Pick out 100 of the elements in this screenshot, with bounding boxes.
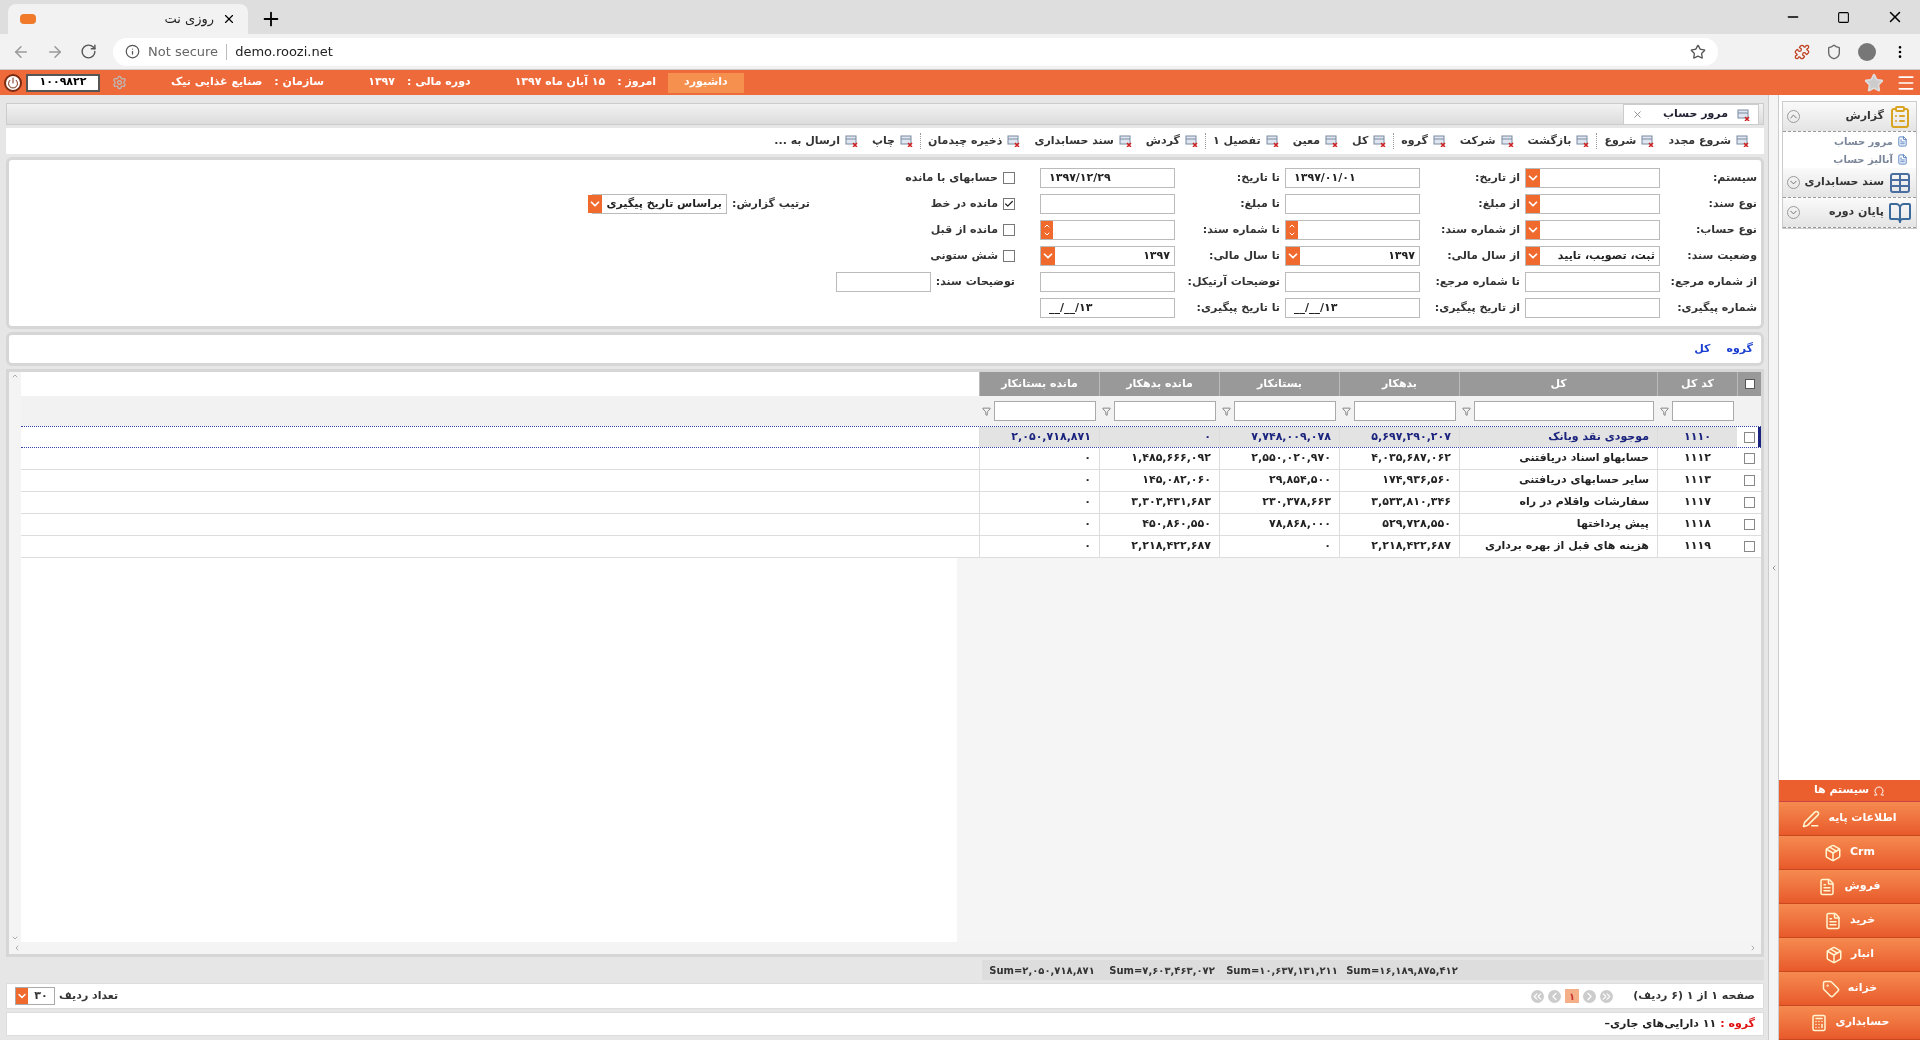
restore-icon[interactable] [1837, 10, 1850, 24]
page-size-select[interactable]: ۳۰ [15, 987, 55, 1005]
input-field[interactable]: ۱۳۹۷/۰۱/۰۱ [1285, 168, 1420, 188]
filter-input[interactable] [1234, 401, 1336, 421]
info-icon [125, 44, 140, 59]
row-checkbox[interactable] [1743, 497, 1755, 508]
scroll-down-icon[interactable] [11, 934, 19, 942]
table-row[interactable]: ۱۱۱۲ حسابهاو اسناد دریافتنی ۴,۰۳۵,۶۸۷,۰۶۲ ۲,۵۵۰,۰۲۰,۹۷۰ ۱,۴۸۵,۶۶۶,۰۹۲ ۰ [21, 448, 1761, 470]
settings-icon[interactable] [112, 75, 127, 90]
filter-input[interactable] [994, 401, 1096, 421]
next-page-icon[interactable] [1548, 989, 1562, 1003]
toolbar-button[interactable]: شروع مجدد [1661, 130, 1756, 152]
input-field[interactable] [1525, 298, 1660, 318]
filter-input[interactable] [1672, 401, 1734, 421]
row-checkbox[interactable] [1743, 431, 1755, 443]
field-label: از شماره سند: [1440, 221, 1520, 238]
horizontal-scrollbar[interactable] [9, 942, 1761, 954]
toolbar-button[interactable]: کل [1345, 130, 1394, 152]
select-field[interactable] [1525, 194, 1660, 214]
field-label: تا سال مالی: [1208, 247, 1280, 264]
close-tab-icon[interactable] [1632, 109, 1644, 120]
toolbar-button[interactable]: بازگشت [1520, 130, 1597, 152]
toolbar-button[interactable]: شروع [1597, 130, 1662, 152]
row-checkbox[interactable] [1743, 453, 1755, 464]
bookmark-star-icon[interactable] [1690, 43, 1706, 60]
extension-icon[interactable] [1826, 43, 1842, 60]
toolbar-button[interactable]: گردش [1138, 130, 1205, 152]
sidebar-item[interactable]: آنالیز حساب [1783, 150, 1916, 168]
row-checkbox[interactable] [1743, 541, 1755, 552]
select-all-checkbox[interactable] [1744, 379, 1755, 389]
checkbox[interactable] [1003, 224, 1015, 236]
vertical-scrollbar[interactable] [9, 372, 21, 942]
checkbox[interactable] [1003, 250, 1015, 262]
filter-icon[interactable] [1342, 406, 1351, 416]
select-field[interactable] [1525, 220, 1660, 240]
table-row[interactable]: ۱۱۱۳ سایر حسابهای دریافتنی ۱۷۴,۹۳۶,۵۶۰ ۲۹,۸۵۴,۵۰۰ ۱۴۵,۰۸۲,۰۶۰ ۰ [21, 470, 1761, 492]
browser-tab[interactable]: روزی نت [8, 4, 248, 34]
row-checkbox[interactable] [1743, 475, 1755, 486]
previous-page-icon[interactable] [1583, 989, 1597, 1003]
select-field[interactable]: ثبت، تصویب، تایید [1525, 246, 1660, 266]
toolbar-button[interactable]: معین [1285, 130, 1346, 152]
scroll-up-icon[interactable] [11, 372, 19, 380]
close-icon[interactable] [222, 12, 236, 26]
spinner-field[interactable] [1040, 220, 1175, 240]
toolbar-button[interactable]: گروه [1394, 130, 1453, 152]
accordion-header[interactable]: سند حسابداری [1783, 168, 1916, 198]
filter-icon[interactable] [982, 406, 991, 416]
table-row[interactable]: ۱۱۱۷ سفارشات واقلام در راه ۳,۵۳۳,۸۱۰,۳۴۶ ۲۳۰,۳۷۸,۶۶۳ ۳,۳۰۳,۴۳۱,۶۸۳ ۰ [21, 492, 1761, 514]
breadcrumb-link[interactable]: کل [1694, 340, 1711, 358]
select-field[interactable]: ۱۳۹۷ [1040, 246, 1175, 266]
filter-input[interactable] [1474, 401, 1654, 421]
scroll-left-icon[interactable] [13, 944, 21, 952]
select-field[interactable]: ۱۳۹۷ [1285, 246, 1420, 266]
input-field[interactable] [1285, 272, 1420, 292]
page-size-label: تعداد ردیف [59, 987, 119, 1004]
first-page-icon[interactable] [1600, 989, 1614, 1003]
toolbar-button[interactable]: سند حسابداری [1027, 130, 1139, 152]
input-field[interactable] [1040, 272, 1175, 292]
input-field[interactable] [1285, 194, 1420, 214]
breadcrumb-link[interactable]: گروه [1726, 340, 1753, 358]
input-field[interactable] [1525, 272, 1660, 292]
input-field[interactable] [1040, 194, 1175, 214]
toolbar-button[interactable]: چاپ [864, 130, 921, 152]
input-field[interactable]: ۱۳۹۷/۱۲/۲۹ [1040, 168, 1175, 188]
filter-input[interactable] [1354, 401, 1456, 421]
filter-icon[interactable] [1462, 406, 1471, 416]
accordion-header[interactable]: گزارش [1783, 102, 1916, 132]
accordion-header[interactable]: پایان دوره [1783, 198, 1916, 228]
input-field[interactable]: __/__/۱۳ [1040, 298, 1175, 318]
profile-icon[interactable] [1858, 42, 1876, 61]
checkbox[interactable] [1003, 198, 1015, 210]
table-row[interactable]: ۱۱۱۸ پیش پرداختها ۵۲۹,۷۲۸,۵۵۰ ۷۸,۸۶۸,۰۰۰ ۴۵۰,۸۶۰,۵۵۰ ۰ [21, 514, 1761, 536]
reload-icon[interactable] [80, 43, 97, 60]
power-icon[interactable] [4, 73, 22, 92]
box-icon [1825, 945, 1844, 964]
select-field[interactable] [1525, 168, 1660, 188]
filter-icon[interactable] [1660, 406, 1669, 416]
toolbar-button[interactable]: ارسال به ... [767, 130, 865, 152]
page-tab[interactable]: مرور حساب [1623, 104, 1759, 124]
toolbar-button[interactable]: تفصیل ۱ [1205, 130, 1286, 152]
filter-input[interactable] [1114, 401, 1216, 421]
last-page-icon[interactable] [1531, 989, 1545, 1003]
toolbar-button[interactable]: ذخیره چیدمان [921, 130, 1028, 152]
filter-icon[interactable] [1222, 406, 1231, 416]
extension-icon[interactable] [1794, 43, 1810, 60]
status-value: ۱۱ دارایی‌های جاری– [1604, 1015, 1717, 1032]
field-label: تا شماره سند: [1201, 221, 1280, 238]
toolbar-button[interactable]: شرکت [1452, 130, 1521, 152]
input-field[interactable] [835, 272, 931, 292]
scroll-right-icon[interactable] [1749, 944, 1757, 952]
star-icon[interactable] [1864, 72, 1884, 93]
sidebar-item[interactable]: مرور حساب [1783, 132, 1916, 150]
checkbox[interactable] [1003, 172, 1015, 184]
page-info: صفحه ۱ از ۱ (۶ ردیف) [1633, 987, 1755, 1004]
table-row[interactable]: ۱۱۱۰ موجودی نقد وبانک ۵,۶۹۷,۲۹۰,۲۰۷ ۷,۷۴۸,۰۰۹,۰۷۸ ۰ ۲,۰۵۰,۷۱۸,۸۷۱ [21, 426, 1761, 448]
row-checkbox[interactable] [1743, 519, 1755, 530]
input-field[interactable]: __/__/۱۳ [1285, 298, 1420, 318]
address-bar[interactable]: Not secure demo.roozi.net [113, 37, 1718, 66]
spinner-field[interactable] [1285, 220, 1420, 240]
filter-icon[interactable] [1102, 406, 1111, 416]
